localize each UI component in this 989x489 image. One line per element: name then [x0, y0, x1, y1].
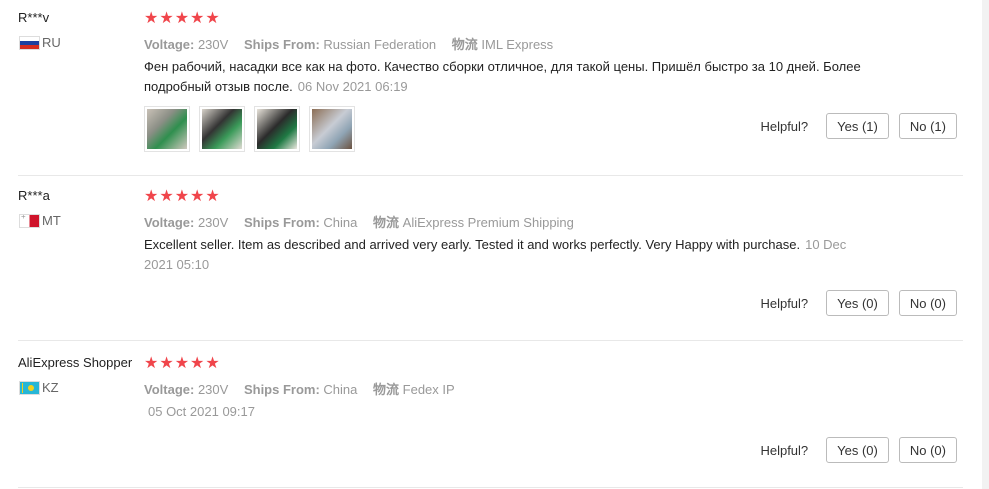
ships-from-label: Ships From: [243, 215, 320, 230]
voltage-label: Voltage: [144, 382, 195, 397]
star-rating: ★ ★ ★ ★ ★ [144, 189, 221, 205]
ships-from-value: China [323, 382, 358, 397]
review-item: AliExpress Shopper KZ ★ ★ ★ ★ ★ Voltage:… [18, 355, 963, 488]
shipping-label: 物流 [373, 215, 400, 230]
helpful-label: Helpful? [760, 118, 809, 134]
review-photo-thumbnail[interactable] [199, 106, 245, 152]
helpful-yes-button[interactable]: Yes (0) [826, 290, 889, 316]
product-attributes: Voltage: 230V Ships From: Russian Federa… [144, 34, 565, 53]
ships-from-label: Ships From: [243, 382, 320, 397]
product-attributes: Voltage: 230V Ships From: China 物流 AliEx… [144, 212, 586, 231]
star-icon: ★ [205, 355, 220, 372]
review-photo-thumbnail[interactable] [309, 106, 355, 152]
voltage-value: 230V [197, 37, 229, 52]
review-photo-thumbnail[interactable] [254, 106, 300, 152]
voltage-label: Voltage: [144, 37, 195, 52]
voltage-label: Voltage: [144, 215, 195, 230]
malta-flag-icon [19, 213, 40, 228]
shipping-value: AliExpress Premium Shipping [402, 215, 574, 230]
reviewer-name: R***a [18, 188, 50, 203]
reviewer-name: AliExpress Shopper [18, 355, 133, 370]
ships-from-value: Russian Federation [323, 37, 437, 52]
star-icon: ★ [205, 188, 220, 205]
star-icon: ★ [205, 10, 220, 27]
star-icon: ★ [190, 355, 205, 372]
review-photo-thumbnail[interactable] [144, 106, 190, 152]
voltage-value: 230V [197, 382, 229, 397]
helpful-no-button[interactable]: No (1) [898, 113, 957, 139]
review-comment: Excellent seller. Item as described and … [144, 237, 801, 252]
review-item: R***a MT ★ ★ ★ ★ ★ Voltage: 230V Ships F… [18, 188, 963, 341]
country-code: KZ [42, 380, 59, 395]
ships-from-value: China [323, 215, 358, 230]
review-comment: Фен рабочий, насадки все как на фото. Ка… [144, 59, 861, 94]
reviewer-country: MT [19, 213, 61, 228]
star-icon: ★ [144, 188, 159, 205]
star-icon: ★ [190, 188, 205, 205]
star-icon: ★ [159, 10, 174, 27]
helpful-voting: Helpful? Yes (1) No (1) [760, 113, 957, 139]
star-icon: ★ [174, 188, 190, 205]
reviewer-name: R***v [18, 10, 50, 25]
review-item: R***v RU ★ ★ ★ ★ ★ Voltage: 230V Ships F… [18, 10, 963, 176]
shipping-value: IML Express [481, 37, 554, 52]
reviews-page: R***v RU ★ ★ ★ ★ ★ Voltage: 230V Ships F… [0, 0, 989, 489]
helpful-label: Helpful? [760, 442, 809, 458]
shipping-value: Fedex IP [402, 382, 455, 397]
helpful-yes-button[interactable]: Yes (1) [826, 113, 889, 139]
star-icon: ★ [144, 10, 159, 27]
shipping-label: 物流 [451, 37, 478, 52]
voltage-value: 230V [197, 215, 229, 230]
kazakhstan-flag-icon [19, 380, 40, 395]
star-icon: ★ [144, 355, 159, 372]
helpful-no-button[interactable]: No (0) [898, 290, 957, 316]
star-icon: ★ [159, 188, 174, 205]
helpful-voting: Helpful? Yes (0) No (0) [760, 437, 957, 463]
country-code: MT [42, 213, 61, 228]
star-rating: ★ ★ ★ ★ ★ [144, 356, 221, 372]
helpful-yes-button[interactable]: Yes (0) [826, 437, 889, 463]
star-icon: ★ [159, 355, 174, 372]
helpful-no-button[interactable]: No (0) [898, 437, 957, 463]
country-code: RU [42, 35, 61, 50]
star-rating: ★ ★ ★ ★ ★ [144, 11, 221, 27]
reviewer-country: RU [19, 35, 61, 50]
review-photos [144, 106, 364, 152]
star-icon: ★ [174, 10, 190, 27]
scrollbar-track[interactable] [982, 0, 989, 489]
review-date: 05 Oct 2021 09:17 [148, 404, 255, 419]
shipping-label: 物流 [373, 382, 400, 397]
review-date: 06 Nov 2021 06:19 [297, 79, 408, 94]
ships-from-label: Ships From: [243, 37, 320, 52]
review-text: Фен рабочий, насадки все как на фото. Ка… [144, 57, 864, 97]
star-icon: ★ [174, 355, 190, 372]
reviewer-country: KZ [19, 380, 59, 395]
star-icon: ★ [190, 10, 205, 27]
helpful-label: Helpful? [760, 295, 809, 311]
helpful-voting: Helpful? Yes (0) No (0) [760, 290, 957, 316]
russia-flag-icon [19, 35, 40, 50]
product-attributes: Voltage: 230V Ships From: China 物流 Fedex… [144, 379, 467, 398]
review-text: Excellent seller. Item as described and … [144, 235, 864, 275]
